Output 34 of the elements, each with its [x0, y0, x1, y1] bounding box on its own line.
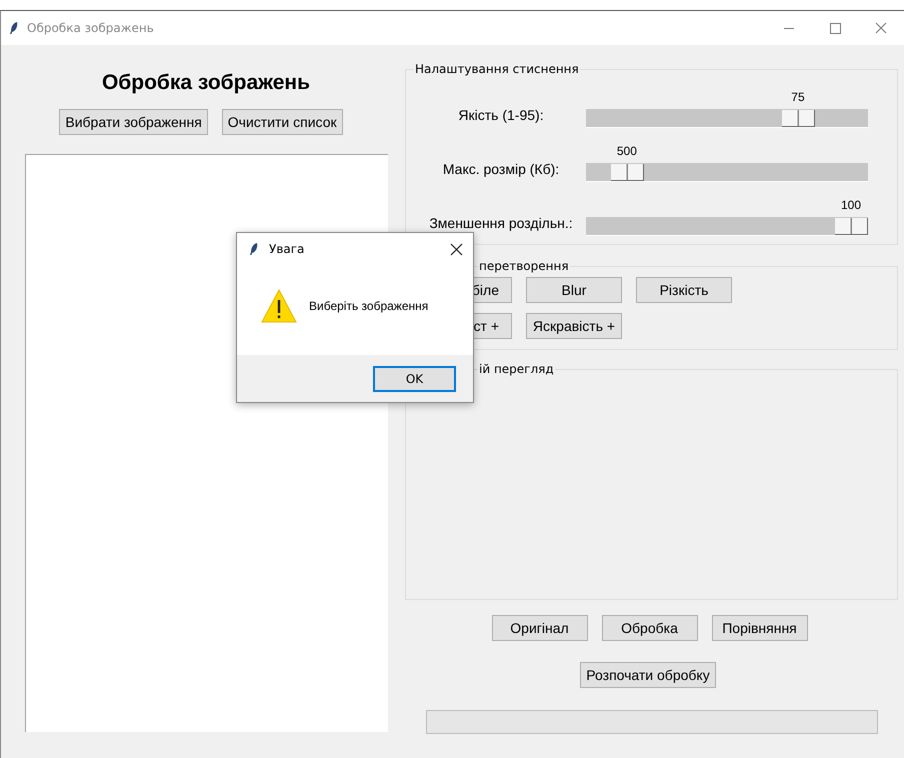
- dialog-message: Виберіть зображення: [309, 299, 428, 313]
- filter-button[interactable]: Різкість: [636, 277, 732, 303]
- window-title: Обробка зображень: [27, 21, 155, 35]
- start-button[interactable]: Розпочати обробку: [580, 662, 716, 688]
- toolbar-button[interactable]: Очистити список: [222, 109, 343, 135]
- slider-track[interactable]: [586, 163, 868, 182]
- app-heading: Обробка зображень: [100, 71, 312, 95]
- filter-button[interactable]: Blur: [526, 277, 622, 303]
- slider-thumb[interactable]: [610, 164, 644, 181]
- warning-icon: [261, 289, 297, 323]
- slider-value: 100: [840, 198, 862, 212]
- maximize-icon[interactable]: [829, 22, 841, 34]
- view-button[interactable]: Оригінал: [492, 615, 588, 641]
- slider-label: Макс. розмір (Кб):: [442, 161, 560, 177]
- close-icon[interactable]: [450, 242, 463, 256]
- feather-icon: [249, 242, 259, 256]
- slider-value: 500: [616, 144, 637, 158]
- slider-label: Якість (1-95):: [458, 107, 544, 123]
- slider-track[interactable]: [586, 217, 868, 236]
- group-title: ій перегляд: [478, 362, 555, 376]
- slider-thumb[interactable]: [835, 218, 868, 235]
- group-title: перетворення: [478, 259, 570, 273]
- slider-value: 75: [791, 90, 805, 104]
- slider-thumb[interactable]: [782, 110, 815, 127]
- feather-icon: [9, 21, 19, 35]
- view-button[interactable]: Обробка: [602, 615, 698, 641]
- slider-label: Зменшення роздільн.:: [429, 215, 573, 231]
- toolbar-button[interactable]: Вибрати зображення: [59, 109, 208, 135]
- dialog-title: Увага: [269, 242, 306, 256]
- view-button[interactable]: Порівняння: [712, 615, 808, 641]
- filter-button[interactable]: Яскравість +: [526, 313, 622, 339]
- slider-track[interactable]: [586, 109, 868, 128]
- group-title: Налаштування стиснення: [414, 62, 580, 76]
- ok-button[interactable]: OK: [373, 366, 456, 392]
